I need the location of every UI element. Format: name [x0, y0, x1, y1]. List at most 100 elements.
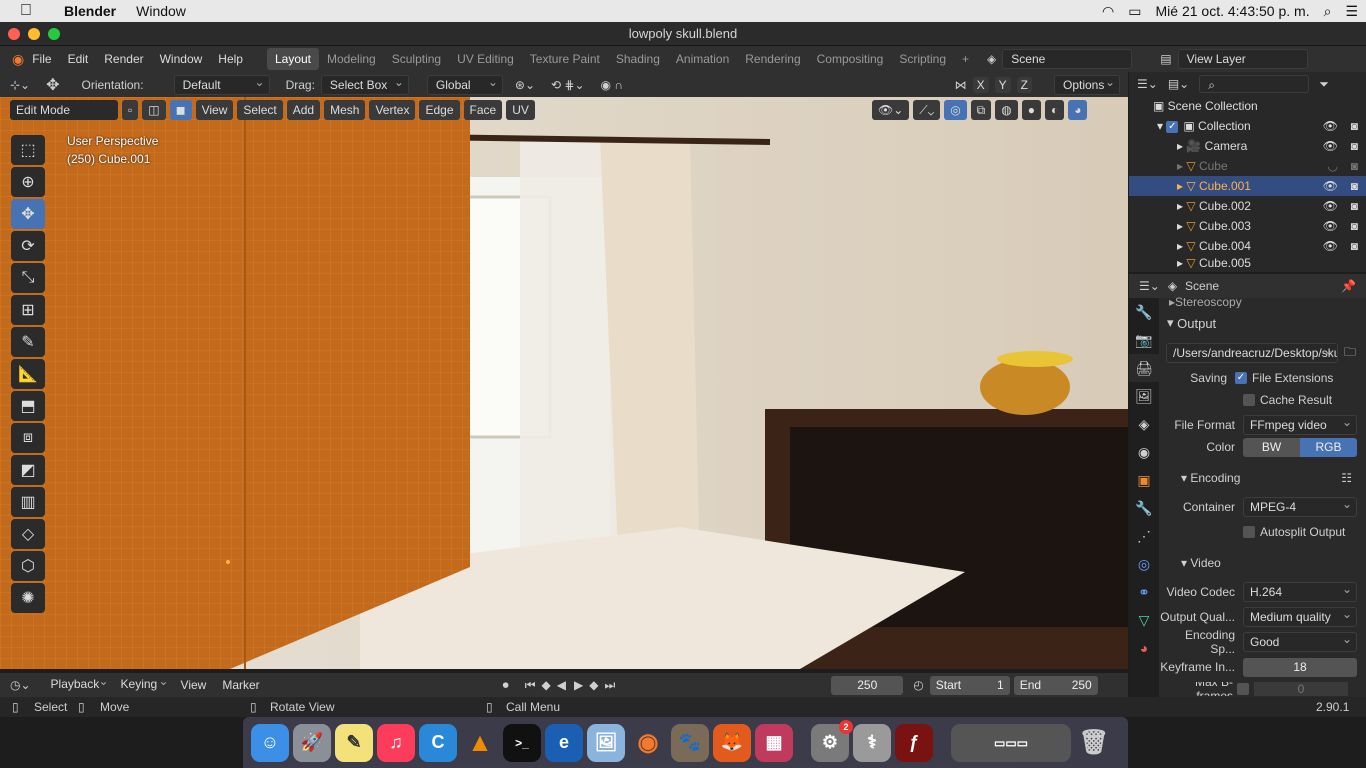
terminal-icon[interactable]: >_: [503, 723, 541, 762]
encoding-speed-select[interactable]: Good: [1243, 630, 1357, 652]
render-camera-icon[interactable]: ◙: [1351, 216, 1358, 236]
app-grid-icon[interactable]: ▦: [755, 723, 793, 762]
scene-tab-icon[interactable]: ◈: [1129, 410, 1159, 438]
outliner-item-cube[interactable]: ▸ ▽ Cube ◡ ◙: [1129, 156, 1366, 176]
mode-select[interactable]: Edit Mode: [10, 100, 118, 120]
outliner-search-input[interactable]: ⌕: [1199, 75, 1310, 93]
apple-icon[interactable]: : [20, 2, 32, 20]
output-panel-header[interactable]: ▾ Output: [1159, 313, 1366, 333]
menu-edit[interactable]: Edit: [60, 46, 97, 72]
outliner-item-cube-003[interactable]: ▸ ▽ Cube.003 👁 ◙: [1129, 216, 1366, 236]
filter-icon[interactable]: ⏷: [1319, 77, 1329, 92]
tab-compositing[interactable]: Compositing: [809, 48, 892, 70]
gizmo-icon[interactable]: ⟋⌄: [913, 100, 941, 120]
move-icon[interactable]: ✥: [11, 199, 45, 229]
notes-icon[interactable]: ✎: [335, 723, 373, 762]
max-bframes-checkbox[interactable]: [1237, 683, 1249, 695]
video-panel-header[interactable]: ▾ Video: [1159, 553, 1366, 573]
flash-icon[interactable]: ƒ: [895, 723, 933, 762]
menu-edge[interactable]: Edge: [419, 100, 460, 120]
annotate-icon[interactable]: ✎: [11, 327, 45, 357]
render-camera-icon[interactable]: ◙: [1351, 156, 1358, 176]
edge-select-mode-icon[interactable]: ◫: [142, 100, 166, 120]
visibility-icon[interactable]: 👁⌄: [872, 100, 910, 120]
poly-build-icon[interactable]: ⬡: [11, 551, 45, 581]
bevel-icon[interactable]: ◩: [11, 455, 45, 485]
view-layer-selector[interactable]: View Layer: [1177, 49, 1308, 69]
pin-icon[interactable]: 📌: [1341, 279, 1356, 293]
outliner-item-cube-004[interactable]: ▸ ▽ Cube.004 👁 ◙: [1129, 236, 1366, 256]
trash-icon[interactable]: 🗑: [1075, 724, 1113, 762]
pivot-icon[interactable]: ⊛⌄: [515, 78, 535, 92]
notification-icon[interactable]: ☰: [1345, 3, 1358, 20]
keyframe-interval-field[interactable]: 18: [1243, 657, 1357, 677]
tab-scripting[interactable]: Scripting: [891, 48, 954, 70]
axis-x-toggle[interactable]: X: [972, 76, 989, 93]
xray-icon[interactable]: ⧉: [970, 100, 992, 120]
gimp-icon[interactable]: 🐾: [671, 723, 709, 762]
outliner-item-cube-001[interactable]: ▸ ▽ Cube.001 👁 ◙: [1129, 176, 1366, 196]
select-box-icon[interactable]: ⬚: [11, 135, 45, 165]
clock-icon[interactable]: ◴: [913, 678, 923, 692]
end-frame-field[interactable]: End 250: [1013, 675, 1098, 695]
menu-render[interactable]: Render: [96, 46, 151, 72]
rotate-icon[interactable]: ⟳: [11, 231, 45, 261]
menu-face[interactable]: Face: [463, 100, 503, 120]
presets-icon[interactable]: ☷: [1341, 471, 1352, 485]
launchpad-icon[interactable]: 🚀: [293, 723, 331, 762]
render-camera-icon[interactable]: ◙: [1351, 176, 1358, 196]
scene-selector[interactable]: Scene: [1002, 49, 1133, 69]
tab-animation[interactable]: Animation: [668, 48, 737, 70]
app-menu[interactable]: Blender: [64, 3, 116, 19]
snap-icon[interactable]: ⟲ ⋕⌄: [551, 78, 585, 92]
vertex-select-mode-icon[interactable]: ▫: [122, 100, 139, 120]
jump-end-icon[interactable]: ⏭: [604, 678, 615, 693]
output-tab-icon[interactable]: 🖨: [1129, 354, 1159, 382]
hidden-eye-icon[interactable]: ◡: [1328, 156, 1338, 176]
visibility-eye-icon[interactable]: 👁: [1323, 176, 1338, 196]
solid-shading-icon[interactable]: ●: [1021, 100, 1041, 120]
play-icon[interactable]: ▶: [574, 678, 583, 692]
preview-icon[interactable]: 🖼: [587, 723, 625, 762]
visibility-eye-icon[interactable]: 👁: [1323, 136, 1338, 156]
current-frame-field[interactable]: 250: [831, 675, 904, 695]
visibility-eye-icon[interactable]: 👁: [1323, 116, 1338, 136]
measure-icon[interactable]: 📐: [11, 359, 45, 389]
drag-select[interactable]: Select Box: [320, 73, 409, 95]
constraints-tab-icon[interactable]: ⚭: [1129, 578, 1159, 606]
file-extensions-checkbox[interactable]: ✓: [1235, 372, 1247, 384]
wireframe-shading-icon[interactable]: ◍: [995, 100, 1018, 120]
scale-icon[interactable]: ⤡: [11, 263, 45, 293]
prev-key-icon[interactable]: ◆: [542, 678, 551, 692]
next-key-icon[interactable]: ◆: [589, 678, 598, 692]
extrude-icon[interactable]: ⬒: [11, 391, 45, 421]
axis-y-toggle[interactable]: Y: [994, 76, 1011, 93]
output-quality-select[interactable]: Medium quality: [1243, 605, 1357, 627]
knife-icon[interactable]: ◇: [11, 519, 45, 549]
visibility-eye-icon[interactable]: 👁: [1323, 196, 1338, 216]
play-reverse-icon[interactable]: ◀: [557, 678, 566, 692]
particles-tab-icon[interactable]: ⋰: [1129, 522, 1159, 550]
tab-shading[interactable]: Shading: [608, 48, 668, 70]
spotlight-icon[interactable]: ⌕: [1324, 3, 1332, 20]
color-bw-button[interactable]: BW: [1243, 437, 1300, 457]
minimize-window-button[interactable]: [28, 28, 40, 40]
material-shading-icon[interactable]: ◐: [1044, 100, 1065, 120]
editor-type-icon[interactable]: ⊹⌄: [10, 78, 30, 92]
clock[interactable]: Mié 21 oct. 4:43:50 p. m.: [1156, 3, 1310, 19]
render-camera-icon[interactable]: ◙: [1351, 236, 1358, 256]
blender-logo-icon[interactable]: ◉: [12, 51, 24, 68]
data-tab-icon[interactable]: ▽: [1129, 606, 1159, 634]
mirror-icon[interactable]: ⋈: [955, 78, 967, 92]
blender-icon[interactable]: ◉: [629, 724, 667, 762]
tab-layout[interactable]: Layout: [266, 48, 320, 70]
tab-rendering[interactable]: Rendering: [737, 48, 808, 70]
stereoscopy-panel[interactable]: ▸ Stereoscopy: [1159, 296, 1366, 308]
render-camera-icon[interactable]: ◙: [1351, 136, 1358, 156]
battery-icon[interactable]: ▭: [1128, 3, 1141, 20]
orientation-select[interactable]: Default: [173, 73, 270, 95]
proportional-edit-icon[interactable]: ◉ ∩: [601, 78, 623, 92]
menu-select[interactable]: Select: [237, 100, 283, 120]
world-tab-icon[interactable]: ◉: [1129, 438, 1159, 466]
add-workspace-button[interactable]: +: [954, 48, 977, 70]
